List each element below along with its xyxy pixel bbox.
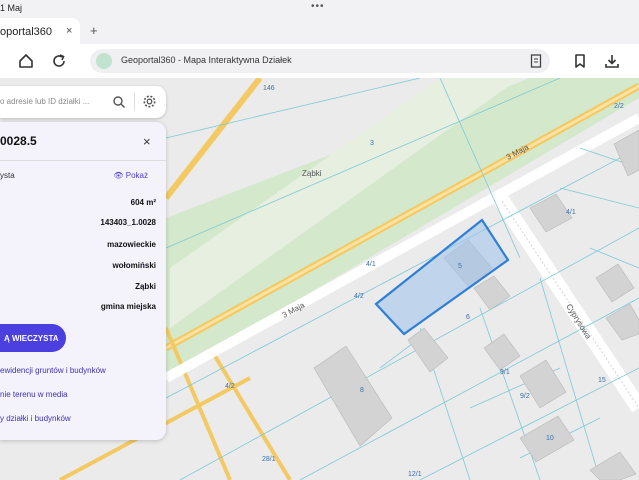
row-county-value: wołomiński — [112, 261, 156, 270]
map-label-28-1: 28/1 — [262, 456, 276, 463]
eye-icon: 👁 — [113, 171, 126, 180]
map-label-9-1: 9/1 — [500, 369, 510, 376]
new-tab-icon[interactable]: + — [90, 23, 98, 38]
map-label-15: 15 — [598, 377, 606, 384]
gear-icon[interactable] — [142, 94, 157, 109]
show-label: Pokaż — [125, 171, 148, 180]
status-time: 1 Maj — [0, 3, 23, 13]
tab-title: oportal360 — [0, 26, 52, 38]
status-bar: 1 Maj ••• — [0, 0, 639, 16]
tab-close-icon[interactable]: × — [66, 25, 72, 37]
url-text: Geoportal360 - Mapa Interaktywna Działek — [121, 55, 292, 65]
row-id-value: 143403_1.0028 — [100, 218, 156, 227]
home-icon[interactable] — [17, 52, 35, 70]
panel-divider — [0, 160, 166, 161]
row-area-value: 604 m² — [130, 198, 156, 207]
tab-bar: oportal360 × + — [0, 16, 639, 44]
reader-icon[interactable] — [530, 54, 542, 68]
show-button[interactable]: 👁 Pokaż — [113, 171, 148, 180]
search-input[interactable]: o adresie lub ID działki ... — [0, 97, 89, 106]
search-divider — [134, 93, 135, 111]
row-commune-type-value: gmina miejska — [100, 302, 156, 311]
map-label-12-1: 12/1 — [408, 471, 422, 478]
map-label-4-1b: 4/1 — [566, 209, 576, 216]
map-label-10: 10 — [546, 435, 554, 442]
map-label-9-2: 9/2 — [520, 393, 530, 400]
close-icon[interactable]: × — [143, 134, 151, 149]
map-label-2-2: 2/2 — [614, 103, 624, 110]
bookmark-icon[interactable] — [571, 52, 589, 70]
map-label-4-1: 4/1 — [366, 261, 376, 268]
search-box[interactable]: o adresie lub ID działki ... — [0, 86, 166, 118]
shield-icon[interactable] — [96, 53, 112, 69]
map-label-5: 5 — [458, 263, 462, 270]
land-register-button[interactable]: Ą WIECZYSTA — [0, 324, 66, 352]
browser-toolbar: Geoportal360 - Mapa Interaktywna Działek — [0, 44, 639, 78]
link-utilities[interactable]: nie terenu w media — [0, 390, 68, 399]
map-label-6: 6 — [466, 314, 470, 321]
row-commune-value: Ząbki — [135, 282, 156, 291]
download-icon[interactable] — [603, 52, 621, 70]
reload-icon[interactable] — [50, 52, 68, 70]
row-voivodeship-value: mazowieckie — [107, 240, 156, 249]
map-label-146: 146 — [263, 85, 275, 92]
link-parcel-buildings[interactable]: y działki i budynków — [0, 414, 71, 423]
map-label-zabki: Ząbki — [302, 169, 322, 178]
link-land-registry[interactable]: ewidencji gruntów i budynków — [0, 366, 106, 375]
search-icon[interactable] — [112, 95, 126, 109]
address-bar[interactable]: Geoportal360 - Mapa Interaktywna Działek — [90, 49, 550, 73]
map-label-4-2b: 4/2 — [225, 383, 235, 390]
parcel-info-panel: 0028.5 × ysta 👁 Pokaż 604 m² 143403_1.00… — [0, 122, 166, 440]
tab-geoportal[interactable]: oportal360 × — [0, 18, 80, 44]
map-label-4-2: 4/2 — [354, 293, 364, 300]
map-label-8: 8 — [360, 387, 364, 394]
map-label-3: 3 — [370, 140, 374, 147]
parcel-title: 0028.5 — [0, 134, 37, 148]
window-dots[interactable]: ••• — [311, 1, 325, 12]
row-label-0: ysta — [0, 171, 15, 180]
